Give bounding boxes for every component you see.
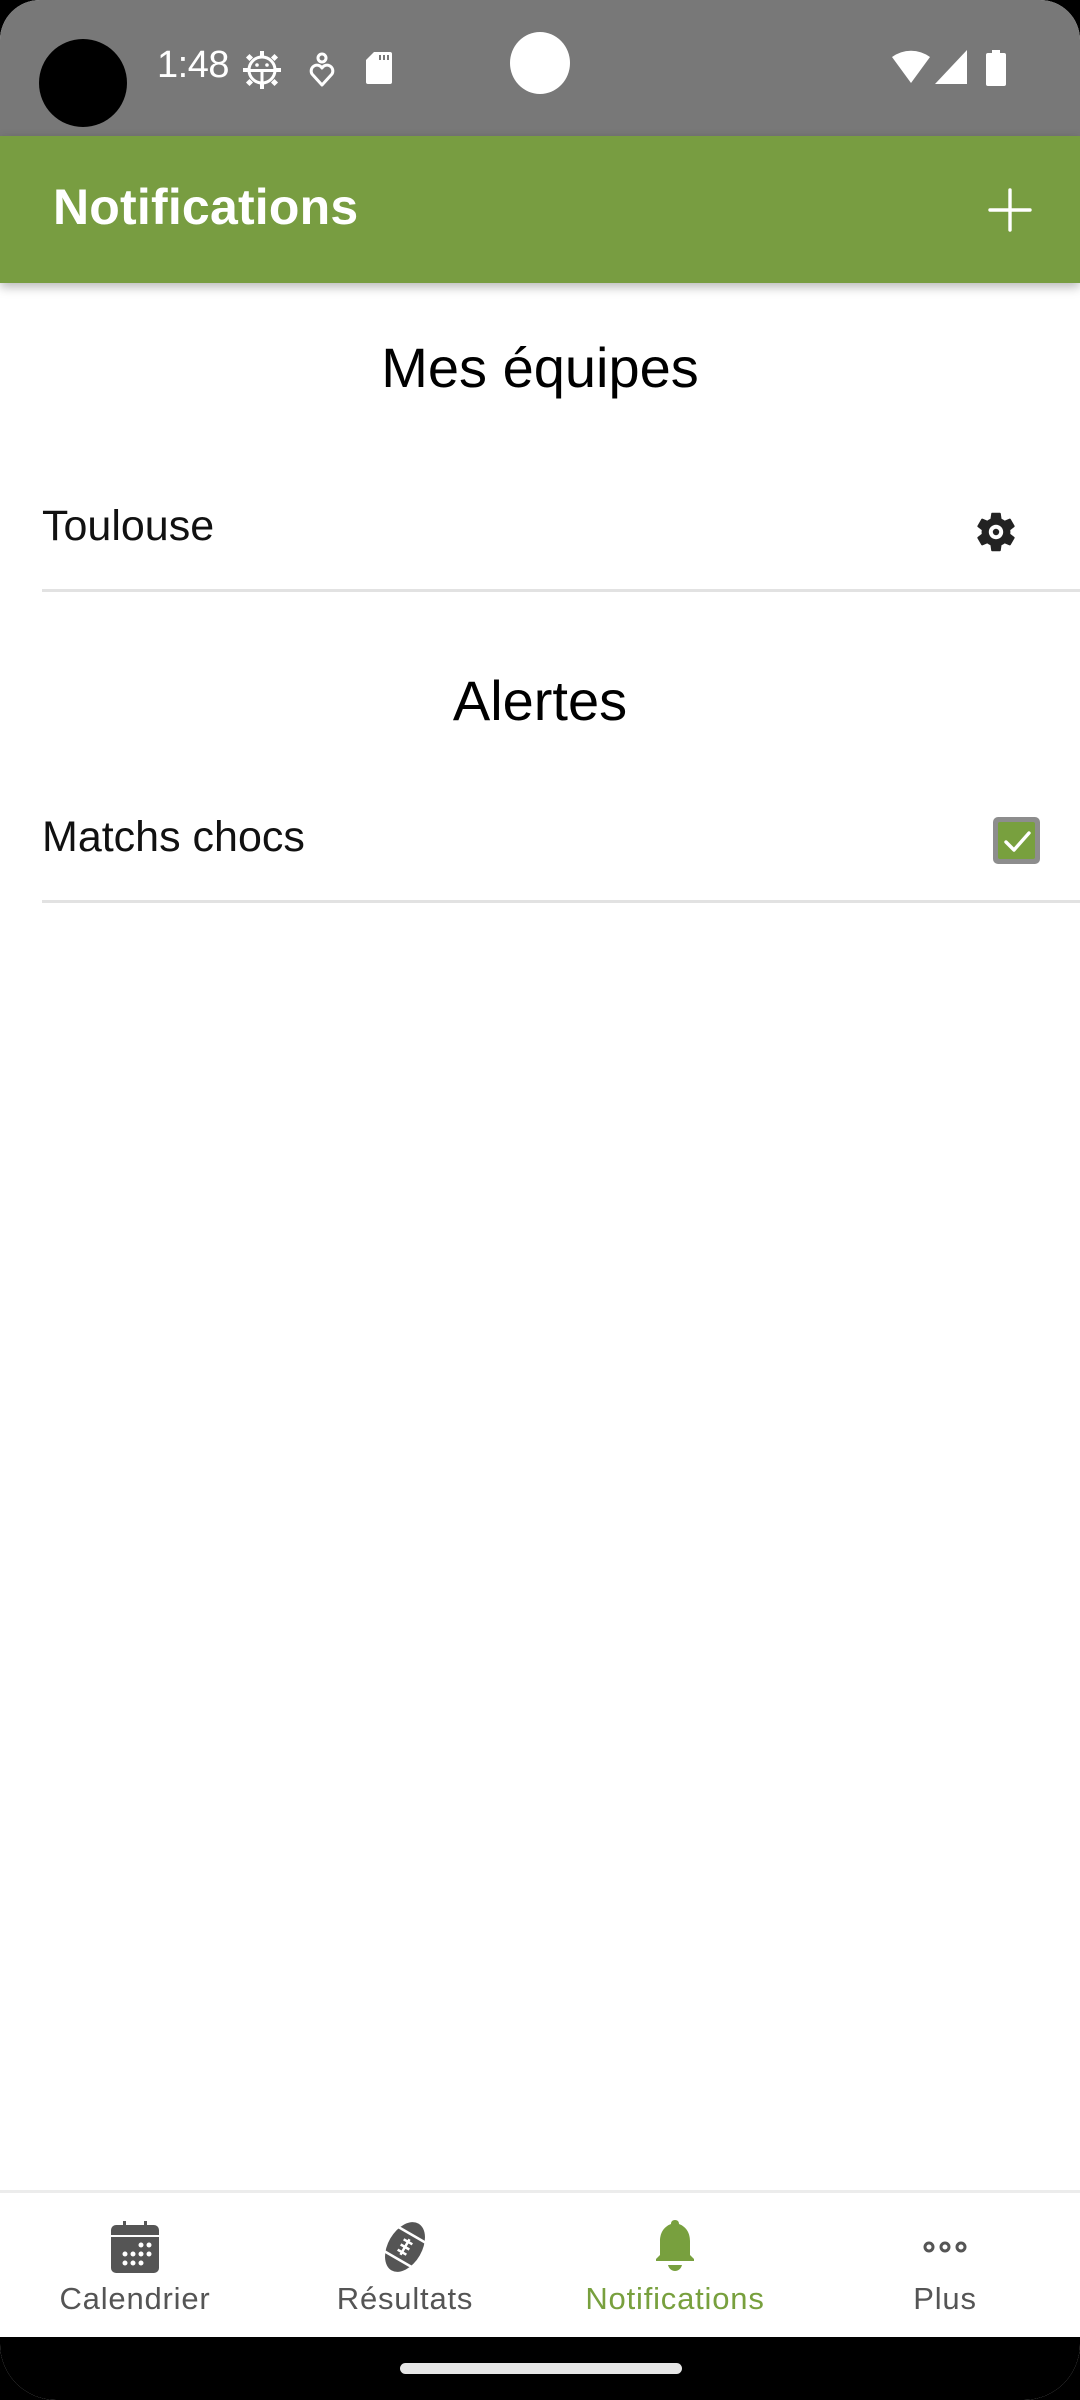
nav-item-resultats[interactable]: Résultats [270, 2193, 540, 2337]
android-debug-icon [243, 51, 281, 89]
checkbox-checked-fill [998, 822, 1035, 859]
front-sensor [510, 32, 570, 94]
wifi-icon [892, 50, 930, 83]
team-settings-button[interactable] [972, 508, 1020, 556]
status-bar: 1:48 [0, 0, 1080, 136]
section-title-alerts: Alertes [452, 669, 628, 732]
page-title: Notifications [53, 179, 359, 235]
home-gesture-handle[interactable] [400, 2363, 682, 2374]
nav-label: Plus [913, 2281, 977, 2316]
alert-row-matchs-chocs: Matchs chocs [42, 783, 1080, 903]
nav-item-calendrier[interactable]: Calendrier [0, 2193, 270, 2337]
bell-icon [656, 2220, 694, 2271]
section-title-teams: Mes équipes [381, 336, 699, 399]
more-dots-icon [923, 2241, 967, 2253]
gesture-area [0, 2337, 1080, 2400]
nav-item-notifications[interactable]: Notifications [540, 2193, 810, 2337]
battery-icon [986, 50, 1006, 86]
alert-label: Matchs chocs [42, 813, 305, 861]
nav-item-plus[interactable]: Plus [810, 2193, 1080, 2337]
camera-cutout [39, 39, 127, 127]
cell-signal-icon [935, 50, 967, 84]
calendar-icon [111, 2221, 159, 2273]
nav-label: Calendrier [59, 2281, 211, 2316]
check-icon [1003, 830, 1031, 852]
nav-label: Notifications [585, 2281, 765, 2316]
team-row-toulouse[interactable]: Toulouse [42, 472, 1080, 592]
add-team-button[interactable] [980, 180, 1040, 240]
plus-icon [988, 188, 1032, 232]
sd-card-icon [366, 52, 392, 84]
screen: 1:48 Notifications Mes équipes Toulouse … [0, 0, 1080, 2400]
gear-icon [977, 512, 1015, 552]
matchs-chocs-checkbox[interactable] [993, 817, 1040, 864]
nav-label: Résultats [336, 2281, 474, 2316]
app-bar: Notifications [0, 136, 1080, 283]
heart-person-icon [309, 52, 335, 87]
status-time: 1:48 [157, 44, 229, 86]
rugby-ball-icon [382, 2222, 428, 2272]
team-name: Toulouse [42, 502, 215, 550]
bottom-nav: Calendrier Résultats Notifications Plus [0, 2190, 1080, 2337]
